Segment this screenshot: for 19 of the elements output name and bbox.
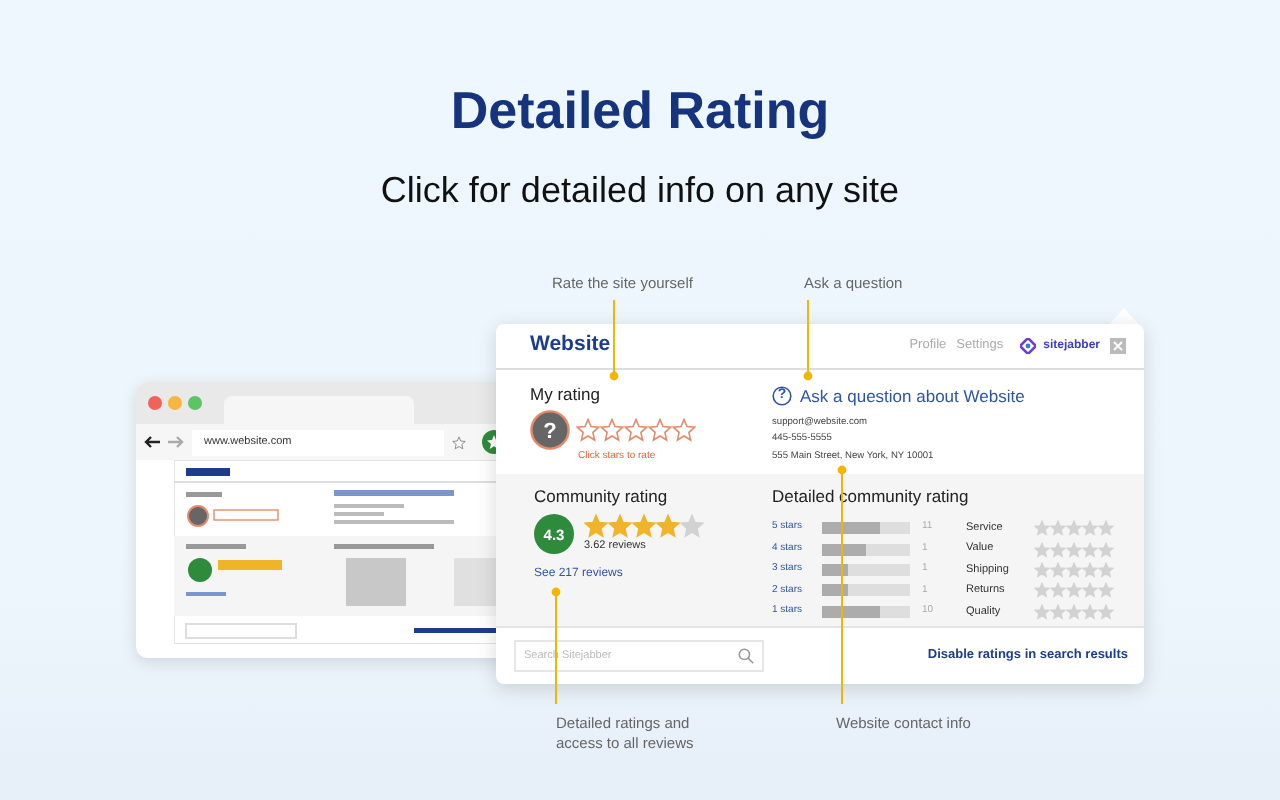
filled-star-icon [656,514,680,538]
bookmark-star-icon[interactable] [452,435,466,449]
page-subtitle: Click for detailed info on any site [380,168,900,214]
logo-icon [1019,338,1036,354]
forward-icon[interactable] [168,436,184,448]
unrated-icon: ? [530,410,570,450]
leader-line [803,299,813,381]
page-title: Detailed Rating [450,78,830,144]
back-icon[interactable] [144,436,160,448]
leader-line [609,299,619,381]
filled-star-icon [632,514,656,538]
question-link[interactable]: Ask a question about Website [800,384,1025,410]
filled-star-icon [608,514,632,538]
close-button[interactable] [1110,338,1126,354]
section-heading: My rating [530,384,602,406]
section-heading: Community rating [534,486,670,508]
search-icon[interactable] [738,648,754,664]
popup-title: Website [530,330,611,361]
filled-star-icon [584,514,608,538]
